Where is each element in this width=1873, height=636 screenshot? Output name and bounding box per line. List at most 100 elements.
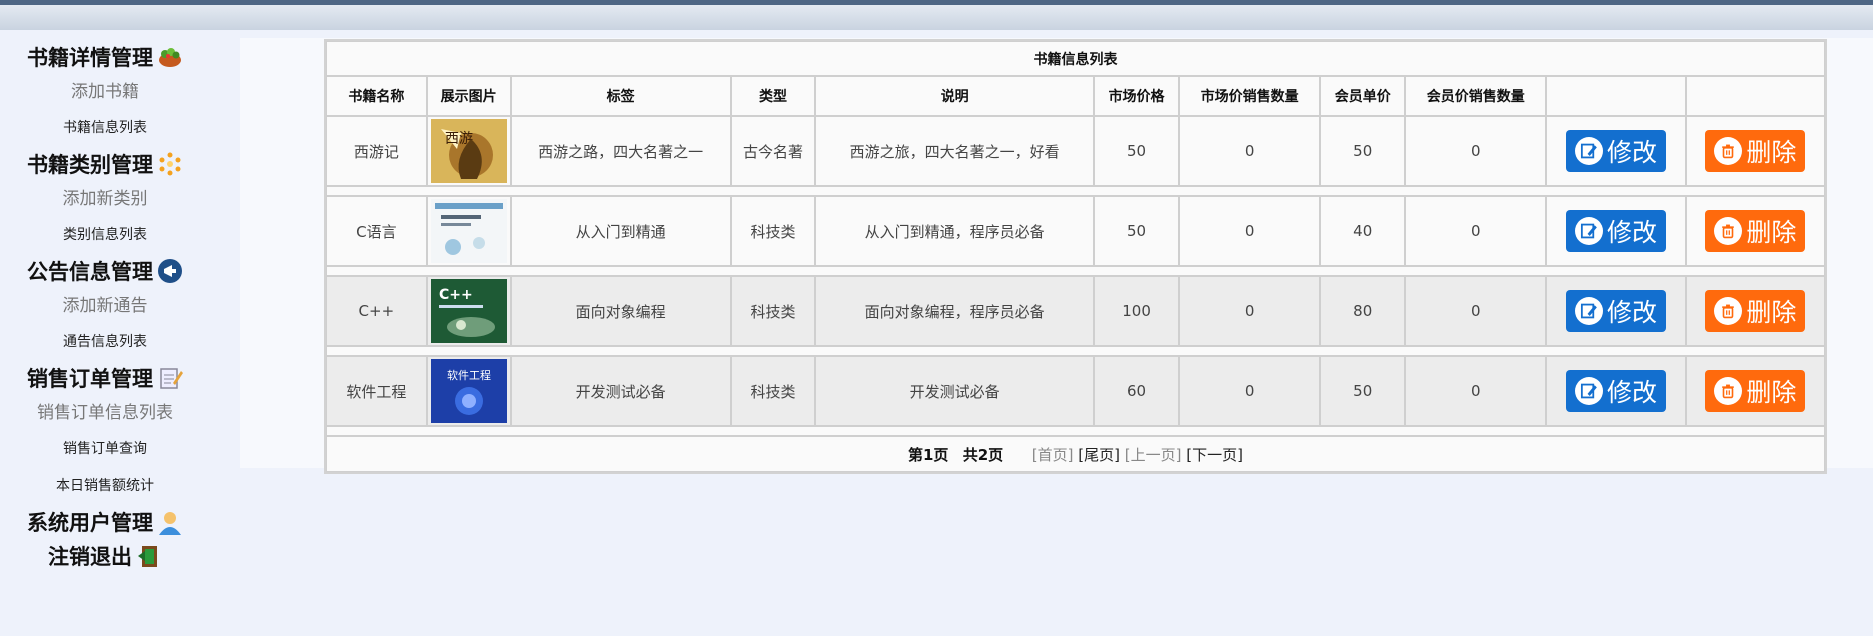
edit-label: 修改 bbox=[1607, 378, 1658, 407]
edit-button[interactable]: 修改 bbox=[1566, 130, 1667, 172]
edit-button[interactable]: 修改 bbox=[1566, 210, 1667, 252]
delete-cell: 删除 bbox=[1685, 116, 1825, 186]
sidebar-section: 注销退出 bbox=[0, 539, 210, 573]
row-gap bbox=[326, 426, 1825, 436]
megaphone-icon bbox=[157, 258, 183, 284]
column-header: 书籍名称 bbox=[326, 76, 427, 116]
cell-name: C++ bbox=[326, 276, 427, 346]
row-gap-cell bbox=[326, 426, 1825, 436]
cover-cell bbox=[426, 196, 511, 266]
prev-page-link[interactable]: [上一页] bbox=[1125, 446, 1182, 464]
delete-button[interactable]: 删除 bbox=[1705, 210, 1806, 252]
sidebar-link[interactable]: 添加新通告 bbox=[0, 288, 210, 324]
user-icon bbox=[157, 509, 183, 535]
sidebar-section: 销售订单管理 销售订单信息列表 销售订单查询 本日销售额统计 bbox=[0, 361, 210, 505]
sidebar-link[interactable]: 添加书籍 bbox=[0, 74, 210, 110]
cell-market-price: 100 bbox=[1094, 276, 1179, 346]
edit-icon bbox=[1575, 297, 1604, 325]
sidebar-section-title[interactable]: 书籍详情管理 bbox=[0, 40, 210, 74]
cell-desc: 面向对象编程，程序员必备 bbox=[815, 276, 1095, 346]
notepad-icon bbox=[157, 365, 183, 391]
column-header: 会员单价 bbox=[1320, 76, 1406, 116]
row-gap-cell bbox=[326, 346, 1825, 356]
row-gap-cell bbox=[326, 186, 1825, 196]
cell-desc: 开发测试必备 bbox=[815, 356, 1095, 426]
section-title-text: 系统用户管理 bbox=[27, 511, 153, 535]
sidebar: 书籍详情管理 添加书籍 书籍信息列表 书籍类别管理 添加新类别 类别信息列表 公告信息管理添… bbox=[0, 40, 210, 573]
book-table: 书籍信息列表 书籍名称 展示图片 标签 类型 说明 市场价格 市场价销售数量 会员单价 会员价销… bbox=[324, 39, 1827, 474]
trash-icon bbox=[1714, 297, 1743, 325]
delete-button[interactable]: 删除 bbox=[1705, 370, 1806, 412]
cell-member-price: 80 bbox=[1320, 276, 1406, 346]
cover-cell: 西游 bbox=[426, 116, 511, 186]
cell-market-sold: 0 bbox=[1179, 196, 1321, 266]
cell-name: C语言 bbox=[326, 196, 427, 266]
table-caption: 书籍信息列表 bbox=[326, 41, 1825, 76]
top-banner bbox=[0, 0, 1873, 30]
next-page-link[interactable]: [下一页] bbox=[1186, 446, 1243, 464]
sidebar-section-title[interactable]: 书籍类别管理 bbox=[0, 147, 210, 181]
edit-cell: 修改 bbox=[1546, 356, 1686, 426]
edit-button[interactable]: 修改 bbox=[1566, 370, 1667, 412]
svg-text:C++: C++ bbox=[439, 287, 473, 303]
cell-type: 科技类 bbox=[730, 196, 816, 266]
cell-market-price: 50 bbox=[1094, 116, 1179, 186]
cell-market-sold: 0 bbox=[1179, 116, 1321, 186]
edit-icon bbox=[1575, 377, 1604, 405]
svg-text:软件工程: 软件工程 bbox=[447, 368, 491, 382]
current-page: 第1页 bbox=[907, 445, 949, 464]
edit-cell: 修改 bbox=[1546, 116, 1686, 186]
delete-button[interactable]: 删除 bbox=[1705, 130, 1806, 172]
cell-tag: 面向对象编程 bbox=[510, 276, 731, 346]
sidebar-section-title[interactable]: 销售订单管理 bbox=[0, 361, 210, 395]
cover-cell: 软件工程 bbox=[426, 356, 511, 426]
edit-icon bbox=[1575, 217, 1604, 245]
sidebar-section-title[interactable]: 公告信息管理 bbox=[0, 254, 210, 288]
trash-icon bbox=[1714, 377, 1743, 405]
cell-tag: 从入门到精通 bbox=[510, 196, 731, 266]
cell-market-price: 60 bbox=[1094, 356, 1179, 426]
edit-button[interactable]: 修改 bbox=[1566, 290, 1667, 332]
delete-label: 删除 bbox=[1746, 298, 1797, 327]
sidebar-section-title[interactable]: 系统用户管理 bbox=[0, 505, 210, 539]
first-page-link[interactable]: [首页] bbox=[1032, 446, 1074, 464]
column-header bbox=[1685, 76, 1825, 116]
sidebar-link[interactable]: 销售订单查询 bbox=[0, 431, 210, 468]
sidebar-section-title[interactable]: 注销退出 bbox=[0, 539, 210, 573]
salad-bowl-icon bbox=[157, 44, 183, 70]
sidebar-link[interactable]: 本日销售额统计 bbox=[0, 468, 210, 505]
cell-member-price: 40 bbox=[1320, 196, 1406, 266]
sidebar-link[interactable]: 添加新类别 bbox=[0, 181, 210, 217]
edit-cell: 修改 bbox=[1546, 276, 1686, 346]
column-header: 标签 bbox=[510, 76, 731, 116]
cell-member-sold: 0 bbox=[1405, 356, 1547, 426]
table-row: C语言 从入门到精通 科技类 从入门到精通，程序员必备 50 0 40 0 修改 删除 bbox=[326, 196, 1825, 266]
sidebar-link[interactable]: 通告信息列表 bbox=[0, 324, 210, 361]
column-header: 展示图片 bbox=[426, 76, 511, 116]
edit-label: 修改 bbox=[1607, 298, 1658, 327]
total-pages: 共2页 bbox=[962, 445, 1004, 464]
delete-button[interactable]: 删除 bbox=[1705, 290, 1806, 332]
delete-label: 删除 bbox=[1746, 218, 1797, 247]
sidebar-link[interactable]: 类别信息列表 bbox=[0, 217, 210, 254]
cell-desc: 从入门到精通，程序员必备 bbox=[815, 196, 1095, 266]
row-gap bbox=[326, 346, 1825, 356]
sparkle-icon bbox=[157, 151, 183, 177]
table-row: 西游记 西游 西游之路，四大名著之一 古今名著 西游之旅，四大名著之一，好看 50 0 50 0… bbox=[326, 116, 1825, 186]
section-title-text: 书籍类别管理 bbox=[27, 153, 153, 177]
sidebar-link[interactable]: 书籍信息列表 bbox=[0, 110, 210, 147]
edit-label: 修改 bbox=[1607, 218, 1658, 247]
book-cover-image: 软件工程 bbox=[430, 359, 507, 423]
last-page-link[interactable]: [尾页] bbox=[1078, 446, 1120, 464]
cell-type: 科技类 bbox=[730, 356, 816, 426]
book-cover-image: C++ bbox=[430, 279, 507, 343]
section-title-text: 注销退出 bbox=[48, 545, 132, 569]
cell-type: 科技类 bbox=[730, 276, 816, 346]
cell-member-sold: 0 bbox=[1405, 196, 1547, 266]
pagination: 第1页 共2页 [首页] [尾页] [上一页] [下一页] bbox=[326, 436, 1825, 472]
sidebar-section: 书籍类别管理添加新类别 类别信息列表 bbox=[0, 147, 210, 254]
cell-market-price: 50 bbox=[1094, 196, 1179, 266]
sidebar-link[interactable]: 销售订单信息列表 bbox=[0, 395, 210, 431]
delete-cell: 删除 bbox=[1685, 276, 1825, 346]
section-title-text: 公告信息管理 bbox=[27, 260, 153, 284]
